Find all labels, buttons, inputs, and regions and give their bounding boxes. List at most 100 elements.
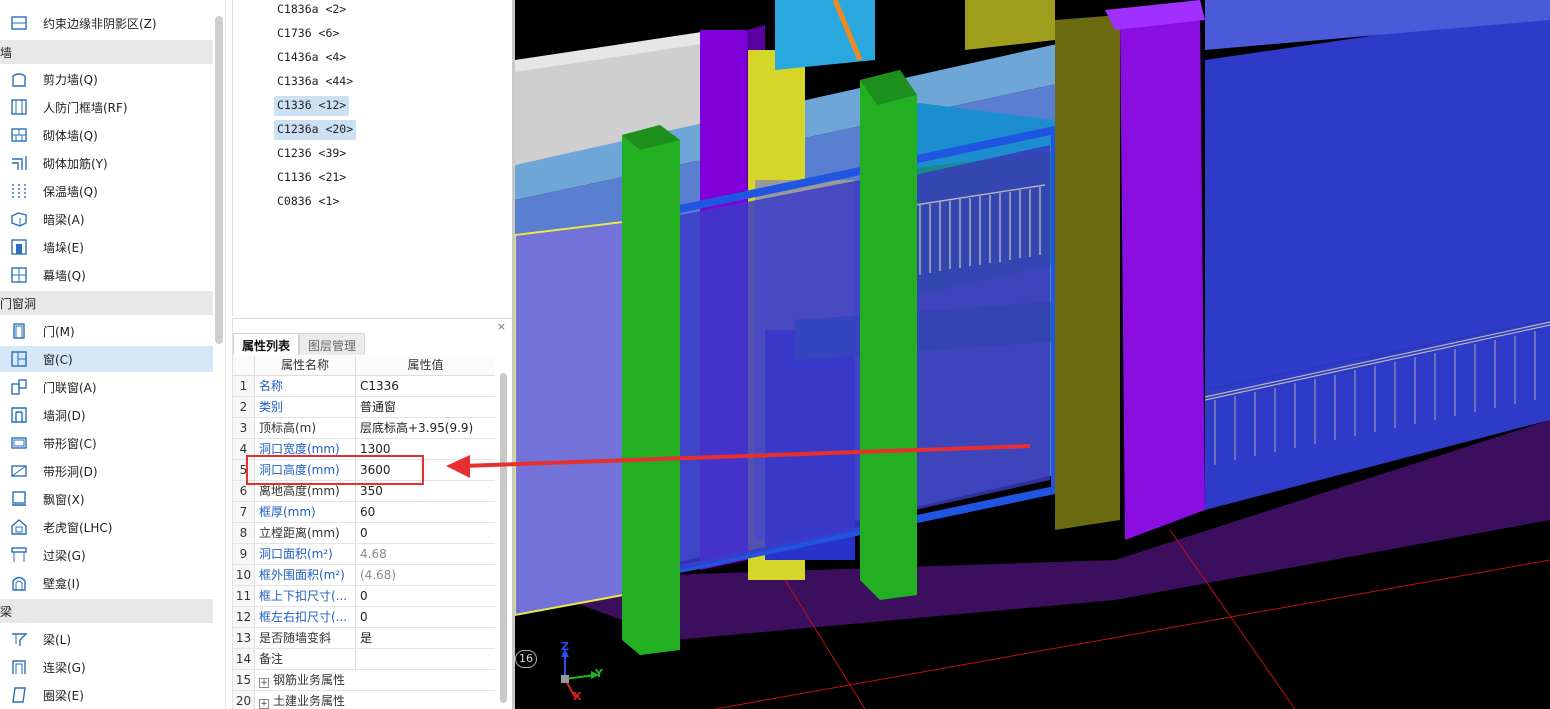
property-value[interactable]: 3600 (356, 460, 495, 480)
property-value[interactable]: 60 (356, 502, 495, 522)
component-item[interactable]: C1236 <39> (274, 144, 349, 164)
property-row-opening-height[interactable]: 5 洞口高度(mm) 3600 (233, 460, 495, 481)
nav-item-strip-window[interactable]: 带形窗(C) (0, 430, 213, 456)
nav-item-civil-defense-door-wall[interactable]: 人防门框墙(RF) (0, 94, 213, 120)
property-row-name[interactable]: 1 名称 C1336 (233, 376, 495, 397)
property-value[interactable]: 350 (356, 481, 495, 501)
nav-item-bay-window[interactable]: 飘窗(X) (0, 486, 213, 512)
category-label: 门窗洞 (0, 297, 37, 311)
nav-item-dormer-window[interactable]: 老虎窗(LHC) (0, 514, 213, 540)
nav-category-openings[interactable]: 门窗洞 (0, 291, 213, 315)
property-name: 备注 (255, 649, 356, 669)
component-item[interactable]: C1336a <44> (274, 72, 356, 92)
nav-item-label: 老虎窗(LHC) (43, 521, 113, 535)
nav-category-beam[interactable]: 梁 (0, 599, 213, 623)
property-value[interactable]: 是 (356, 628, 495, 648)
nav-item-masonry-reinforcement[interactable]: 砌体加筋(Y) (0, 150, 213, 176)
nav-item-insulation-wall[interactable]: 保温墙(Q) (0, 178, 213, 204)
strip-hole-icon (10, 462, 28, 480)
row-number: 9 (233, 544, 255, 564)
tab-property-list[interactable]: 属性列表 (233, 333, 300, 355)
property-row-opening-area[interactable]: 9 洞口面积(m²) 4.68 (233, 544, 495, 565)
expand-icon[interactable]: + (259, 699, 269, 709)
property-row-frame-outer-area[interactable]: 10 框外围面积(m²) (4.68) (233, 565, 495, 586)
property-row-top-elevation[interactable]: 3 顶标高(m) 层底标高+3.95(9.9) (233, 418, 495, 439)
nav-item-label: 带形窗(C) (43, 437, 97, 451)
nav-item-label: 约束边缘非阴影区(Z) (43, 17, 157, 31)
component-item[interactable]: C1736 <6> (274, 24, 342, 44)
property-group-label: + 钢筋业务属性 (255, 670, 495, 690)
property-row-frame-vertical-deduction[interactable]: 11 框上下扣尺寸(... 0 (233, 586, 495, 607)
property-value[interactable]: 普通窗 (356, 397, 495, 417)
property-row-opening-width[interactable]: 4 洞口宽度(mm) 1300 (233, 439, 495, 460)
nav-item-door-window-combo[interactable]: 门联窗(A) (0, 374, 213, 400)
expand-icon[interactable]: + (259, 678, 269, 688)
hidden-beam-icon (10, 210, 28, 228)
nav-item-lintel[interactable]: 过梁(G) (0, 542, 213, 568)
nav-item-constraint-edge[interactable]: 约束边缘非阴影区(Z) (0, 10, 213, 36)
nav-item-label: 过梁(G) (43, 549, 86, 563)
property-value[interactable]: 0 (356, 523, 495, 543)
property-row-frame-thickness[interactable]: 7 框厚(mm) 60 (233, 502, 495, 523)
nav-item-label: 带形洞(D) (43, 465, 98, 479)
nav-item-hidden-beam[interactable]: 暗梁(A) (0, 206, 213, 232)
row-number: 7 (233, 502, 255, 522)
nav-item-label: 幕墙(Q) (43, 269, 86, 283)
dormer-window-icon (10, 518, 28, 536)
property-group-rebar[interactable]: 15 + 钢筋业务属性 (233, 670, 495, 691)
component-item-selected[interactable]: C1236a <20> (274, 120, 357, 140)
property-value[interactable]: 1300 (356, 439, 495, 459)
property-value[interactable]: 层底标高+3.95(9.9) (356, 418, 495, 438)
property-row-follow-wall-slope[interactable]: 13 是否随墙变斜 是 (233, 628, 495, 649)
property-value[interactable]: 0 (356, 586, 495, 606)
row-number: 6 (233, 481, 255, 501)
constraint-edge-icon (10, 14, 28, 32)
nav-scrollbar[interactable] (215, 16, 223, 344)
nav-category-wall[interactable]: 墙 (0, 40, 213, 64)
property-value[interactable] (356, 649, 495, 669)
component-item[interactable]: C1836a <2> (274, 0, 349, 20)
view-cube-badge[interactable]: 16 (515, 650, 537, 668)
nav-item-door[interactable]: 门(M) (0, 318, 213, 344)
property-name: 离地高度(mm) (255, 481, 356, 501)
component-item[interactable]: C0836 <1> (274, 192, 342, 212)
nav-item-label: 人防门框墙(RF) (43, 101, 128, 115)
property-row-frame-offset[interactable]: 8 立樘距离(mm) 0 (233, 523, 495, 544)
nav-item-masonry-wall[interactable]: 砌体墙(Q) (0, 122, 213, 148)
nav-item-shear-wall[interactable]: 剪力墙(Q) (0, 66, 213, 92)
component-item[interactable]: C1136 <21> (274, 168, 349, 188)
properties-tabs: 属性列表 图层管理 (233, 333, 512, 355)
property-row-remarks[interactable]: 14 备注 (233, 649, 495, 670)
lintel-icon (10, 546, 28, 564)
tab-layer-management[interactable]: 图层管理 (299, 333, 366, 355)
row-number: 8 (233, 523, 255, 543)
nav-item-label: 圈梁(E) (43, 689, 84, 703)
property-group-civil[interactable]: 20 + 土建业务属性 (233, 691, 495, 709)
row-number: 1 (233, 376, 255, 396)
nav-item-strip-hole[interactable]: 带形洞(D) (0, 458, 213, 484)
property-row-category[interactable]: 2 类别 普通窗 (233, 397, 495, 418)
properties-scrollbar[interactable] (500, 373, 507, 703)
nav-item-window[interactable]: 窗(C) (0, 346, 213, 372)
nav-item-niche[interactable]: 壁龛(I) (0, 570, 213, 596)
header-property-value: 属性值 (407, 358, 444, 372)
property-row-sill-height[interactable]: 6 离地高度(mm) 350 (233, 481, 495, 502)
property-row-frame-horizontal-deduction[interactable]: 12 框左右扣尺寸(... 0 (233, 607, 495, 628)
nav-item-beam[interactable]: 梁(L) (0, 626, 213, 652)
nav-item-curtain-wall[interactable]: 幕墙(Q) (0, 262, 213, 288)
3d-viewport[interactable]: 16 Z Y X (515, 0, 1550, 709)
row-number: 13 (233, 628, 255, 648)
component-item-selected[interactable]: C1336 <12> (274, 96, 350, 116)
nav-item-wall-hole[interactable]: 墙洞(D) (0, 402, 213, 428)
nav-item-coupling-beam[interactable]: 连梁(G) (0, 654, 213, 680)
row-number: 15 (233, 670, 255, 690)
close-icon[interactable]: × (497, 320, 506, 333)
nav-item-label: 保温墙(Q) (43, 185, 98, 199)
property-value[interactable]: C1336 (356, 376, 495, 396)
component-item[interactable]: C1436a <4> (274, 48, 349, 68)
nav-item-wall-pier[interactable]: 墙垛(E) (0, 234, 213, 260)
property-value[interactable]: 0 (356, 607, 495, 627)
row-number: 11 (233, 586, 255, 606)
nav-item-ring-beam[interactable]: 圈梁(E) (0, 682, 213, 708)
row-number: 4 (233, 439, 255, 459)
